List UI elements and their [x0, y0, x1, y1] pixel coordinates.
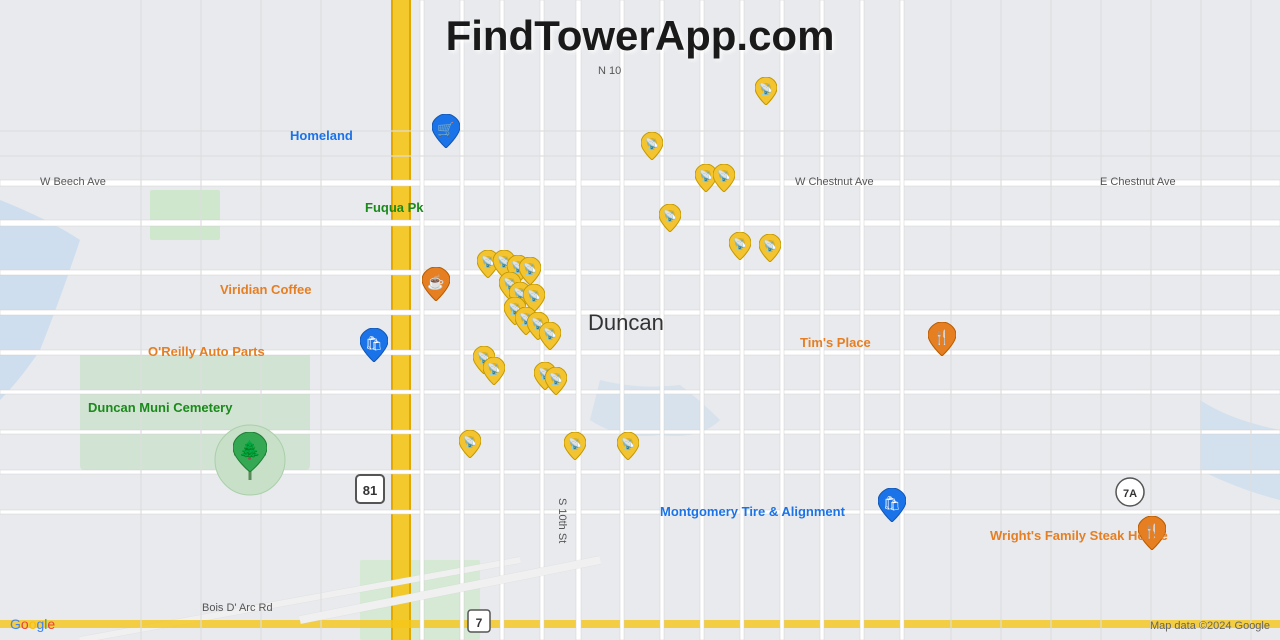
viridian-coffee-label: Viridian Coffee	[220, 282, 312, 297]
tower-marker[interactable]: 📡	[729, 232, 751, 260]
svg-text:📡: 📡	[759, 82, 773, 96]
svg-text:📡: 📡	[543, 327, 557, 341]
tower-marker[interactable]: 📡	[713, 164, 735, 192]
svg-text:🛍: 🛍	[365, 335, 383, 351]
svg-text:🛒: 🛒	[437, 121, 454, 138]
tower-marker[interactable]: 📡	[755, 77, 777, 105]
svg-text:🍴: 🍴	[933, 329, 950, 346]
oreilly-label: O'Reilly Auto Parts	[148, 344, 265, 359]
svg-text:📡: 📡	[621, 437, 635, 451]
tower-marker[interactable]: 📡	[483, 357, 505, 385]
s10-label: S 10th St	[556, 498, 568, 543]
montgomery-tire-label: Montgomery Tire & Alignment	[660, 504, 845, 519]
homeland-label: Homeland	[290, 128, 353, 143]
svg-text:📡: 📡	[463, 435, 477, 449]
w-beech-label: W Beech Ave	[40, 176, 106, 188]
tower-marker[interactable]: 📡	[564, 432, 586, 460]
map-container: 81 7 7A FindTowerApp.com Homeland Fuqua …	[0, 0, 1280, 640]
svg-text:📡: 📡	[549, 372, 563, 386]
tims-place-label: Tim's Place	[800, 335, 871, 350]
tower-marker[interactable]: 📡	[759, 234, 781, 262]
city-label: Duncan	[588, 310, 664, 336]
tower-marker[interactable]: 📡	[641, 132, 663, 160]
bois-darc-label: Bois D' Arc Rd	[202, 602, 273, 614]
cemetery-marker: 🌲	[233, 432, 267, 472]
svg-text:📡: 📡	[645, 137, 659, 151]
w-chestnut-label: W Chestnut Ave	[795, 176, 874, 188]
svg-text:📡: 📡	[487, 362, 501, 376]
svg-text:📡: 📡	[663, 209, 677, 223]
svg-text:🌲: 🌲	[239, 439, 261, 460]
svg-text:7A: 7A	[1123, 488, 1137, 500]
homeland-marker[interactable]: 🛒	[432, 114, 460, 148]
oreilly-marker[interactable]: 🛍	[360, 328, 388, 362]
n10-label: N 10	[598, 65, 621, 77]
svg-text:📡: 📡	[733, 237, 747, 251]
svg-text:🛍: 🛍	[883, 495, 901, 511]
viridian-marker[interactable]: ☕	[422, 267, 450, 301]
svg-text:📡: 📡	[699, 169, 713, 183]
tower-marker[interactable]: 📡	[459, 430, 481, 458]
fuqua-pk-label: Fuqua Pk	[365, 200, 424, 215]
tower-marker[interactable]: 📡	[659, 204, 681, 232]
tower-marker[interactable]: 📡	[519, 257, 541, 285]
svg-text:📡: 📡	[523, 262, 537, 276]
e-chestnut-label: E Chestnut Ave	[1100, 176, 1176, 188]
svg-text:☕: ☕	[427, 273, 444, 291]
tims-place-marker[interactable]: 🍴	[928, 322, 956, 356]
page-title: FindTowerApp.com	[446, 12, 835, 60]
tower-marker[interactable]: 📡	[617, 432, 639, 460]
svg-text:81: 81	[363, 483, 377, 498]
tower-marker[interactable]: 📡	[539, 322, 561, 350]
montgomery-marker[interactable]: 🛍	[878, 488, 906, 522]
svg-text:📡: 📡	[568, 437, 582, 451]
svg-text:📡: 📡	[527, 289, 541, 303]
svg-text:📡: 📡	[763, 239, 777, 253]
google-logo: Google	[10, 616, 55, 632]
wrights-label: Wright's Family Steak House	[990, 528, 1168, 545]
svg-text:📡: 📡	[717, 169, 731, 183]
tower-marker[interactable]: 📡	[545, 367, 567, 395]
svg-text:7: 7	[476, 616, 483, 630]
map-credit: Map data ©2024 Google	[1150, 620, 1270, 632]
duncan-muni-label: Duncan Muni Cemetery	[88, 400, 232, 415]
